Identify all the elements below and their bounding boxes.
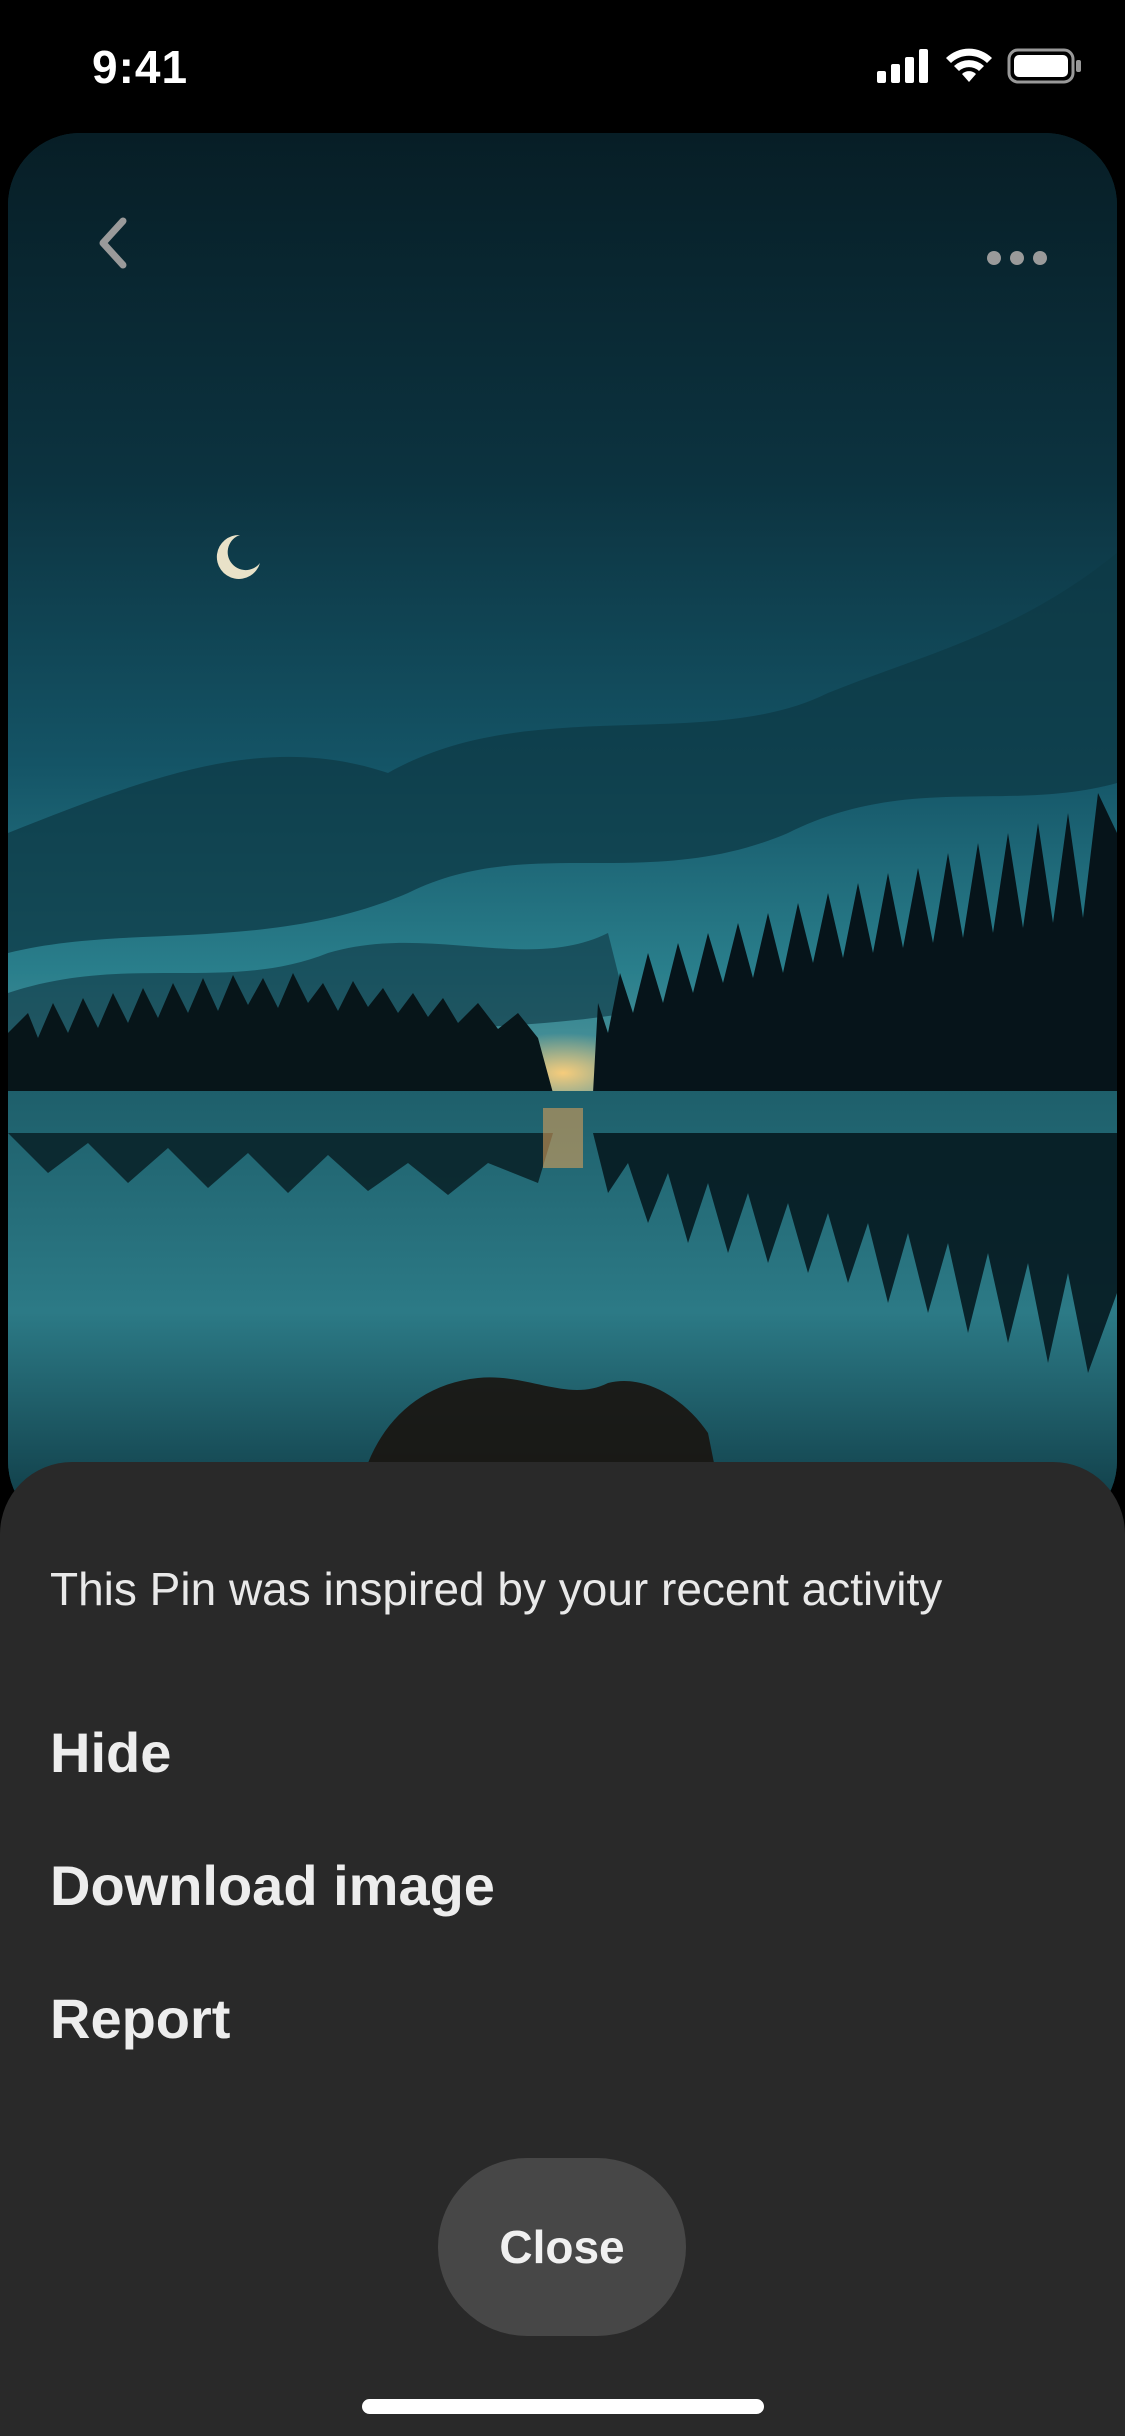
download-image-option[interactable]: Download image xyxy=(50,1853,495,1918)
wifi-icon xyxy=(946,48,992,82)
battery-icon xyxy=(1007,48,1081,84)
close-button[interactable]: Close xyxy=(438,2158,686,2336)
sheet-subtitle: This Pin was inspired by your recent act… xyxy=(50,1563,943,1615)
cellular-signal-icon xyxy=(877,49,928,83)
options-sheet: This Pin was inspired by your recent act… xyxy=(0,1462,1125,2436)
pin-image[interactable] xyxy=(8,133,1117,1533)
status-time: 9:41 xyxy=(92,41,189,93)
chevron-left-icon xyxy=(99,217,127,269)
hide-option[interactable]: Hide xyxy=(50,1720,171,1785)
status-bar: 9:41 xyxy=(0,0,1125,130)
ellipsis-icon xyxy=(987,251,1047,265)
status-icons xyxy=(877,48,1083,84)
report-option[interactable]: Report xyxy=(50,1986,230,2051)
more-options-button[interactable] xyxy=(977,228,1057,288)
night-lake-forest-photo xyxy=(8,133,1117,1533)
back-button[interactable] xyxy=(78,203,148,283)
home-indicator[interactable] xyxy=(362,2399,764,2414)
